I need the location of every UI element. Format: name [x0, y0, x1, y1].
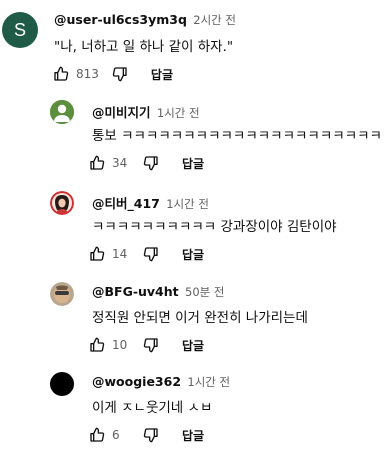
reply-button[interactable]: 답글	[182, 337, 204, 354]
like-count: 14	[112, 247, 128, 261]
user-photo-icon	[50, 191, 74, 215]
avatar-letter: S	[13, 19, 26, 40]
like-count: 34	[112, 156, 128, 170]
avatar[interactable]	[50, 191, 74, 215]
comment-actions: 6 답글	[88, 425, 204, 445]
reply-button[interactable]: 답글	[151, 66, 173, 83]
avatar[interactable]	[50, 100, 74, 124]
comment-actions: 813 답글	[52, 64, 173, 84]
avatar[interactable]: S	[2, 12, 38, 48]
comment-time[interactable]: 1시간 전	[187, 375, 230, 389]
comment-text: ㅋㅋㅋㅋㅋㅋㅋㅋㅋㅋ 강과장이야 김탄이야	[92, 219, 337, 235]
avatar[interactable]	[50, 372, 74, 396]
comment-time[interactable]: 1시간 전	[157, 106, 200, 120]
thumbs-up-icon[interactable]	[52, 65, 70, 83]
thumbs-down-icon[interactable]	[111, 65, 129, 83]
author-name[interactable]: @티버_417	[92, 196, 160, 211]
reply-button[interactable]: 답글	[182, 246, 204, 263]
user-photo-icon	[50, 282, 74, 306]
comment-time[interactable]: 1시간 전	[166, 197, 209, 211]
reply-button[interactable]: 답글	[182, 155, 204, 172]
author-name[interactable]: @user-ul6cs3ym3q	[54, 12, 187, 27]
thumbs-down-icon[interactable]	[142, 245, 160, 263]
reply-item: @BFG-uv4ht 50분 전 정직원 안되면 이거 완전히 나가리는데 10…	[0, 274, 389, 362]
comment-text: 이게 ㅈㄴ웃기네 ㅅㅂ	[92, 400, 213, 416]
like-count: 10	[112, 338, 128, 352]
thumbs-down-icon[interactable]	[142, 336, 160, 354]
thumbs-down-icon[interactable]	[142, 154, 160, 172]
comment-text: "나, 너하고 일 하나 같이 하자."	[54, 39, 234, 55]
comment-time[interactable]: 2시간 전	[193, 13, 236, 27]
thumbs-up-icon[interactable]	[88, 426, 106, 444]
like-count: 813	[76, 67, 99, 81]
author-name[interactable]: @woogie362	[92, 374, 181, 389]
thumbs-up-icon[interactable]	[88, 154, 106, 172]
comment-author[interactable]: @BFG-uv4ht 50분 전	[92, 284, 224, 300]
thumbs-up-icon[interactable]	[88, 245, 106, 263]
reply-button[interactable]: 답글	[182, 427, 204, 444]
top-comment: S @user-ul6cs3ym3q 2시간 전 "나, 너하고 일 하나 같이…	[0, 0, 389, 90]
comment-text: 통보 ㅋㅋㅋㅋㅋㅋㅋㅋㅋㅋㅋㅋㅋㅋㅋㅋㅋㅋㅋㅋㅋ	[92, 128, 382, 144]
comment-time[interactable]: 50분 전	[185, 285, 224, 299]
thumbs-up-icon[interactable]	[88, 336, 106, 354]
comment-author[interactable]: @woogie362 1시간 전	[92, 374, 230, 390]
comment-author[interactable]: @미비지기 1시간 전	[92, 102, 200, 121]
comment-actions: 14 답글	[88, 244, 204, 264]
comment-text: 정직원 안되면 이거 완전히 나가리는데	[92, 310, 308, 326]
author-name[interactable]: @미비지기	[92, 105, 151, 120]
avatar[interactable]	[50, 282, 74, 306]
like-count: 6	[112, 428, 120, 442]
comment-author[interactable]: @티버_417 1시간 전	[92, 193, 209, 212]
comment-actions: 34 답글	[88, 153, 204, 173]
thumbs-down-icon[interactable]	[142, 426, 160, 444]
reply-item: @woogie362 1시간 전 이게 ㅈㄴ웃기네 ㅅㅂ 6 답글	[0, 364, 389, 449]
author-name[interactable]: @BFG-uv4ht	[92, 284, 179, 299]
comment-actions: 10 답글	[88, 335, 204, 355]
comment-author[interactable]: @user-ul6cs3ym3q 2시간 전	[54, 12, 236, 28]
reply-item: @티버_417 1시간 전 ㅋㅋㅋㅋㅋㅋㅋㅋㅋㅋ 강과장이야 김탄이야 14 답…	[0, 183, 389, 271]
default-avatar-icon	[50, 100, 74, 124]
reply-item: @미비지기 1시간 전 통보 ㅋㅋㅋㅋㅋㅋㅋㅋㅋㅋㅋㅋㅋㅋㅋㅋㅋㅋㅋㅋㅋ 34 …	[0, 92, 389, 180]
